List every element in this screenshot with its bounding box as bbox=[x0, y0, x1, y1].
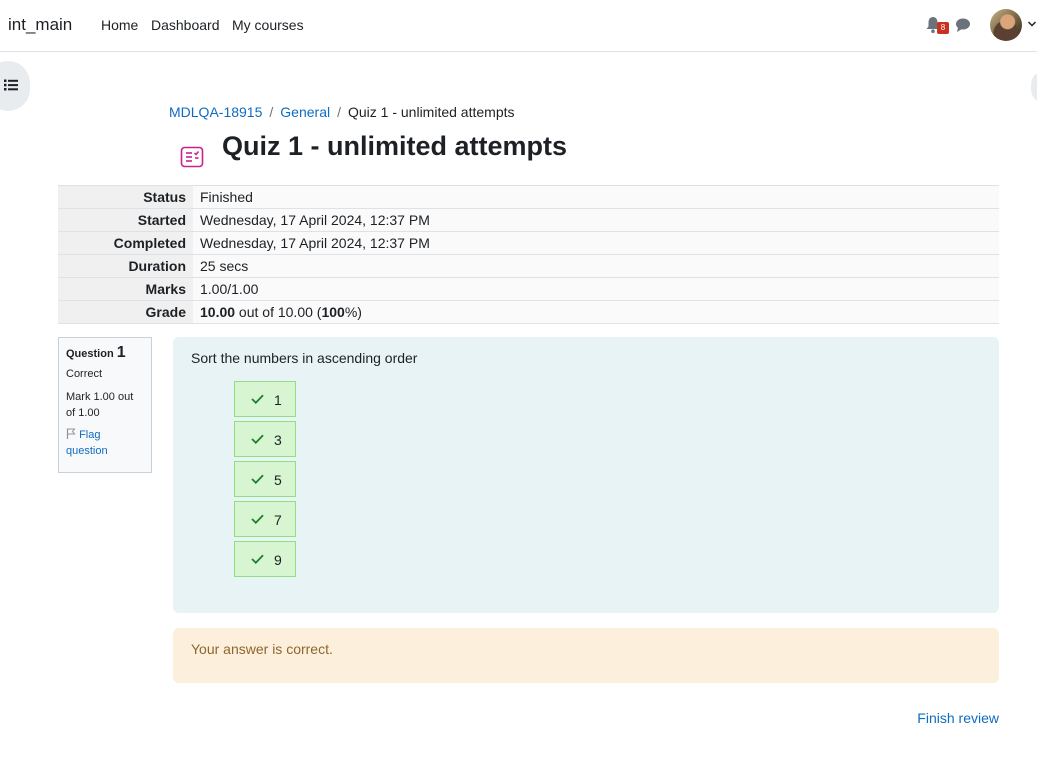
summary-label: Duration bbox=[58, 254, 193, 278]
question-info-box: Question 1 Correct Mark 1.00 out of 1.00… bbox=[58, 337, 152, 473]
ordering-item: 5 bbox=[234, 461, 296, 497]
breadcrumb-separator: / bbox=[337, 104, 341, 120]
finish-review-link[interactable]: Finish review bbox=[917, 710, 999, 726]
question-number: Question 1 bbox=[66, 345, 144, 362]
summary-label: Completed bbox=[58, 231, 193, 255]
question-label: Question bbox=[66, 348, 114, 360]
grade-score: 10.00 bbox=[200, 304, 236, 320]
flag-question-link[interactable]: Flag question bbox=[66, 427, 144, 459]
breadcrumb: MDLQA-18915 / General / Quiz 1 - unlimited a… bbox=[169, 104, 515, 120]
site-brand[interactable]: int_main bbox=[8, 15, 72, 35]
ordering-item-value: 1 bbox=[274, 392, 282, 408]
question-content: Sort the numbers in ascending order 1 3 … bbox=[173, 337, 999, 613]
question-text: Sort the numbers in ascending order bbox=[191, 350, 418, 366]
grade-percent: 100 bbox=[321, 304, 345, 320]
table-row: Started Wednesday, 17 April 2024, 12:37 … bbox=[58, 208, 999, 232]
nav-dashboard[interactable]: Dashboard bbox=[151, 17, 220, 33]
summary-label: Started bbox=[58, 208, 193, 232]
table-row: Status Finished bbox=[58, 185, 999, 209]
table-row: Grade 10.00 out of 10.00 (100%) bbox=[58, 300, 999, 324]
summary-label: Marks bbox=[58, 277, 193, 301]
ordering-item: 1 bbox=[234, 381, 296, 417]
check-icon bbox=[251, 434, 264, 444]
summary-label: Status bbox=[58, 185, 193, 209]
ordering-item: 7 bbox=[234, 501, 296, 537]
flag-icon bbox=[66, 428, 76, 439]
feedback-text: Your answer is correct. bbox=[191, 641, 333, 657]
summary-value: Wednesday, 17 April 2024, 12:37 PM bbox=[193, 231, 999, 255]
quiz-icon bbox=[180, 146, 204, 168]
question-mark: Mark 1.00 out of 1.00 bbox=[66, 391, 134, 419]
question-state: Correct bbox=[66, 368, 103, 380]
check-icon bbox=[251, 394, 264, 404]
summary-label: Grade bbox=[58, 300, 193, 324]
check-icon bbox=[251, 474, 264, 484]
summary-value: 1.00/1.00 bbox=[193, 277, 999, 301]
check-icon bbox=[251, 554, 264, 564]
user-avatar[interactable] bbox=[990, 9, 1022, 41]
messages-icon[interactable] bbox=[955, 17, 971, 33]
breadcrumb-current: Quiz 1 - unlimited attempts bbox=[347, 104, 515, 120]
question-number-value: 1 bbox=[116, 344, 126, 361]
course-index-toggle[interactable] bbox=[0, 61, 30, 111]
table-row: Completed Wednesday, 17 April 2024, 12:3… bbox=[58, 231, 999, 255]
grade-percent-suffix: %) bbox=[344, 304, 362, 320]
nav-home[interactable]: Home bbox=[101, 17, 138, 33]
table-row: Duration 25 secs bbox=[58, 254, 999, 278]
ordering-item: 3 bbox=[234, 421, 296, 457]
ordering-item-value: 7 bbox=[274, 512, 282, 528]
summary-value: 25 secs bbox=[193, 254, 999, 278]
attempt-summary-table: Status Finished Started Wednesday, 17 Ap… bbox=[58, 185, 999, 324]
breadcrumb-course[interactable]: MDLQA-18915 bbox=[169, 104, 262, 120]
nav-my-courses[interactable]: My courses bbox=[232, 17, 304, 33]
summary-grade-value: 10.00 out of 10.00 (100%) bbox=[193, 300, 999, 324]
ordering-item-value: 9 bbox=[274, 552, 282, 568]
notification-count-badge: 8 bbox=[937, 22, 949, 34]
block-drawer-toggle[interactable] bbox=[1031, 70, 1037, 104]
breadcrumb-section[interactable]: General bbox=[280, 104, 330, 120]
ordering-item-value: 3 bbox=[274, 432, 282, 448]
summary-value: Wednesday, 17 April 2024, 12:37 PM bbox=[193, 208, 999, 232]
page-title: Quiz 1 - unlimited attempts bbox=[222, 131, 568, 161]
check-icon bbox=[251, 514, 264, 524]
list-icon bbox=[4, 79, 18, 91]
grade-out-of: out of 10.00 ( bbox=[235, 304, 322, 320]
question-feedback: Your answer is correct. bbox=[173, 628, 999, 683]
top-navbar: int_main Home Dashboard My courses 8 bbox=[0, 0, 1037, 52]
summary-value: Finished bbox=[193, 185, 999, 209]
ordering-item: 9 bbox=[234, 541, 296, 577]
breadcrumb-separator: / bbox=[269, 104, 274, 120]
chevron-down-icon[interactable] bbox=[1027, 20, 1037, 28]
table-row: Marks 1.00/1.00 bbox=[58, 277, 999, 301]
ordering-item-value: 5 bbox=[274, 472, 282, 488]
